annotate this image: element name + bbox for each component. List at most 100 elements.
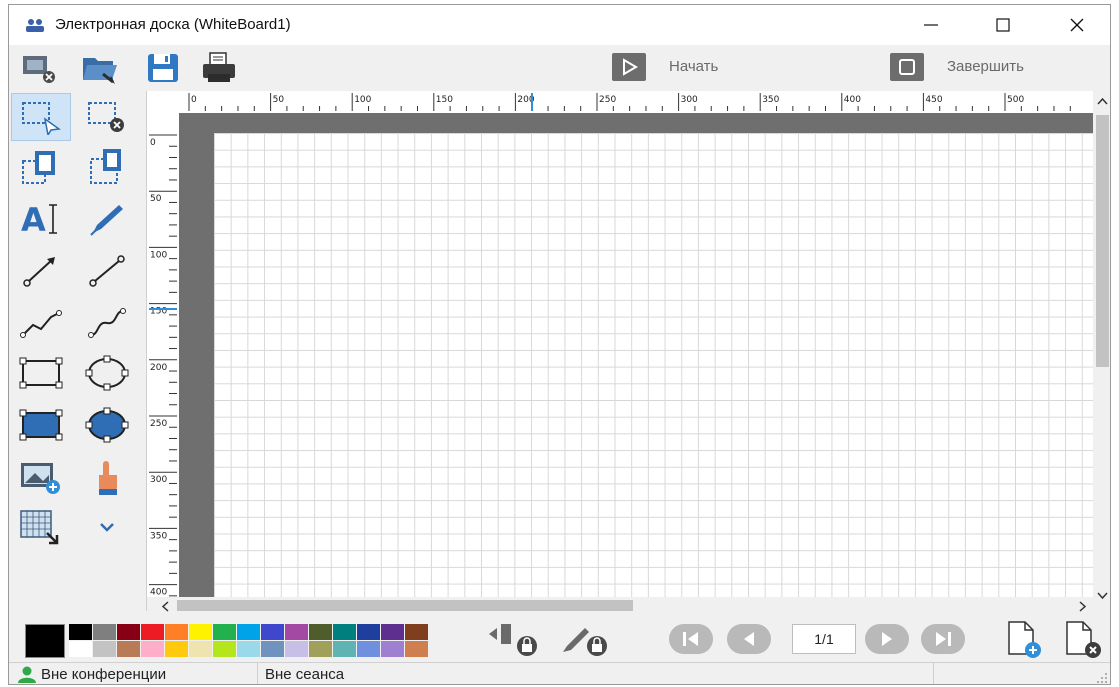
vertical-scroll-thumb[interactable] <box>1096 115 1109 367</box>
ruler-left-label: 50 <box>150 194 162 204</box>
vertical-scrollbar[interactable] <box>1093 91 1110 603</box>
scroll-right-icon[interactable] <box>1079 600 1087 615</box>
palette-color-swatch[interactable] <box>141 641 164 657</box>
palette-color-swatch[interactable] <box>285 624 308 640</box>
add-page-icon[interactable] <box>1003 620 1043 660</box>
palette-color-swatch[interactable] <box>213 641 236 657</box>
horizontal-scrollbar[interactable] <box>147 597 1093 614</box>
rectangle-outline-icon <box>19 357 63 389</box>
bottom-toolbar: 1/1 <box>9 616 1110 662</box>
palette-color-swatch[interactable] <box>213 624 236 640</box>
tool-polyline[interactable] <box>11 299 71 347</box>
palette-color-swatch[interactable] <box>357 624 380 640</box>
palette-color-swatch[interactable] <box>141 624 164 640</box>
palette-color-swatch[interactable] <box>261 624 284 640</box>
status-separator <box>933 663 934 684</box>
save-icon[interactable] <box>143 50 183 86</box>
tool-expand-more[interactable] <box>77 503 137 551</box>
palette-color-swatch[interactable] <box>333 641 356 657</box>
palette-color-swatch[interactable] <box>261 641 284 657</box>
tool-paste[interactable] <box>77 143 137 191</box>
palette-color-swatch[interactable] <box>93 641 116 657</box>
tool-arrow-line[interactable] <box>11 247 71 295</box>
canvas-area[interactable] <box>179 113 1093 603</box>
palette-color-swatch[interactable] <box>357 641 380 657</box>
tool-ellipse-outline[interactable] <box>77 349 137 397</box>
palette-color-swatch[interactable] <box>69 641 92 657</box>
palette-color-swatch[interactable] <box>93 624 116 640</box>
tool-ellipse-filled[interactable] <box>77 401 137 449</box>
ellipse-filled-icon <box>85 407 129 443</box>
scroll-down-icon[interactable] <box>1097 588 1108 603</box>
palette-color-swatch[interactable] <box>405 624 428 640</box>
tool-delete-selection[interactable] <box>77 93 137 141</box>
play-icon <box>623 58 638 76</box>
palette-color-swatch[interactable] <box>381 624 404 640</box>
status-bar: Вне конференции Вне сеанса <box>9 662 1110 684</box>
palette-color-swatch[interactable] <box>165 641 188 657</box>
palette-color-swatch[interactable] <box>69 624 92 640</box>
next-page-icon <box>882 632 892 646</box>
ruler-top-label: 500 <box>1007 95 1024 105</box>
ruler-top-label: 50 <box>273 95 285 105</box>
maximize-icon <box>996 18 1010 32</box>
grid-pattern-icon <box>20 510 59 545</box>
palette-color-swatch[interactable] <box>189 641 212 657</box>
stop-button-icon[interactable] <box>890 53 924 81</box>
pointer-hand-icon <box>99 461 117 495</box>
tool-grid-pattern[interactable] <box>11 503 71 551</box>
delete-selection-icon <box>88 102 124 132</box>
current-color-swatch[interactable] <box>25 624 65 658</box>
last-page-button[interactable] <box>921 624 965 654</box>
print-icon[interactable] <box>199 50 239 86</box>
scroll-left-icon[interactable] <box>161 600 169 615</box>
tool-select-area[interactable] <box>11 93 71 141</box>
status-separator <box>257 663 258 684</box>
ruler-top-label: 450 <box>925 95 942 105</box>
pen-tool-icon <box>90 205 123 236</box>
palette-color-swatch[interactable] <box>189 624 212 640</box>
lock-objects-icon[interactable] <box>487 622 543 658</box>
palette-color-swatch[interactable] <box>381 641 404 657</box>
first-page-button[interactable] <box>669 624 713 654</box>
palette-color-swatch[interactable] <box>333 624 356 640</box>
palette-color-swatch[interactable] <box>309 624 332 640</box>
tool-rectangle-filled[interactable] <box>11 401 71 449</box>
stop-button-label[interactable]: Завершить <box>947 58 1024 75</box>
start-button-label[interactable]: Начать <box>669 58 718 75</box>
tool-rectangle-outline[interactable] <box>11 349 71 397</box>
start-button-icon[interactable] <box>612 53 646 81</box>
first-page-icon <box>683 632 698 646</box>
lock-pen-icon[interactable] <box>559 622 615 658</box>
tool-curve[interactable] <box>77 299 137 347</box>
minimize-button[interactable] <box>906 5 956 45</box>
maximize-button[interactable] <box>978 5 1028 45</box>
palette-color-swatch[interactable] <box>117 624 140 640</box>
prev-page-button[interactable] <box>727 624 771 654</box>
whiteboard-canvas[interactable] <box>214 133 1093 603</box>
palette-color-swatch[interactable] <box>237 624 260 640</box>
palette-color-swatch[interactable] <box>405 641 428 657</box>
delete-page-icon[interactable] <box>1061 620 1105 660</box>
ruler-left-label: 350 <box>150 531 167 541</box>
tool-line[interactable] <box>77 247 137 295</box>
open-folder-icon[interactable] <box>79 50 119 86</box>
palette-color-swatch[interactable] <box>165 624 188 640</box>
palette-color-swatch[interactable] <box>285 641 308 657</box>
tool-insert-image[interactable] <box>11 453 71 501</box>
palette-color-swatch[interactable] <box>237 641 260 657</box>
palette-color-swatch[interactable] <box>117 641 140 657</box>
close-board-icon[interactable] <box>19 50 59 86</box>
tool-pen[interactable] <box>77 195 137 243</box>
paste-icon <box>90 149 121 184</box>
scroll-up-icon[interactable] <box>1097 93 1108 108</box>
horizontal-scroll-thumb[interactable] <box>177 600 633 611</box>
tool-text[interactable]: A <box>11 195 71 243</box>
resize-grip-icon[interactable] <box>1094 670 1108 684</box>
next-page-button[interactable] <box>865 624 909 654</box>
text-tool-icon: A <box>21 201 57 239</box>
close-button[interactable] <box>1052 5 1102 45</box>
tool-copy[interactable] <box>11 143 71 191</box>
palette-color-swatch[interactable] <box>309 641 332 657</box>
tool-pointer-hand[interactable] <box>77 453 137 501</box>
